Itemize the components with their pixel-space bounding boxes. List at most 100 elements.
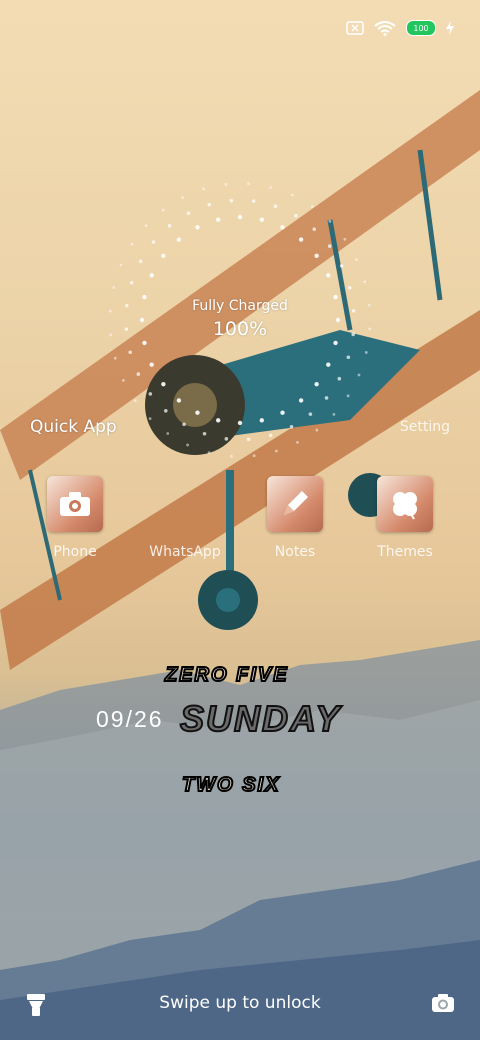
ring-dot: [280, 410, 285, 415]
camera-icon[interactable]: [431, 993, 455, 1013]
charging-ring: [108, 182, 372, 458]
ring-dot: [333, 340, 338, 346]
ring-dot: [215, 217, 221, 222]
ring-dot: [337, 376, 342, 381]
ring-dot: [324, 396, 329, 400]
ring-dot: [207, 202, 212, 207]
ring-dot: [274, 449, 278, 453]
ring-dot: [186, 443, 190, 447]
ring-dot: [251, 199, 256, 203]
ring-dot: [294, 213, 298, 218]
weekday-text: SUNDAY: [179, 697, 342, 740]
ring-dot: [129, 280, 134, 285]
ring-dot: [136, 372, 141, 376]
ring-dot: [186, 211, 191, 216]
unlock-hint[interactable]: Swipe up to unlock: [0, 993, 480, 1013]
ring-dot: [298, 237, 304, 242]
ring-dot: [247, 182, 250, 186]
ring-dot: [202, 187, 206, 191]
quick-app-label: Quick App: [30, 417, 117, 437]
ring-dot: [327, 244, 332, 248]
ring-dot: [314, 253, 319, 259]
ring-dot: [339, 264, 344, 268]
app-label-whatsapp: WhatsApp: [149, 544, 221, 560]
ring-dot: [195, 225, 200, 230]
ring-dot: [148, 392, 153, 396]
ring-dot: [314, 381, 319, 387]
ring-dot: [326, 273, 331, 278]
ring-dot: [149, 362, 154, 367]
ring-dot: [167, 224, 172, 228]
ring-dot: [113, 356, 117, 360]
ring-dot: [346, 394, 350, 398]
clock-minute-text: TWO SIX: [181, 773, 281, 797]
ring-dot: [122, 378, 125, 382]
ring-dot: [133, 399, 137, 403]
ring-dot: [290, 193, 294, 197]
ring-dot: [268, 433, 273, 438]
ring-dot: [138, 259, 143, 264]
ring-dot: [237, 420, 243, 426]
ring-dot: [182, 422, 186, 427]
date-numeric: 09/26: [96, 706, 164, 732]
setting-button[interactable]: Setting: [400, 419, 450, 435]
ring-dot: [364, 351, 368, 354]
ring-dot: [112, 286, 116, 289]
ring-dot: [315, 428, 319, 432]
ring-dot: [269, 186, 273, 189]
ring-dot: [149, 273, 154, 278]
ring-dot: [161, 381, 166, 387]
app-themes[interactable]: Themes: [355, 476, 455, 560]
ring-dot: [357, 373, 361, 377]
ring-dot: [142, 340, 147, 346]
ring-dot: [181, 196, 184, 199]
ring-dot: [119, 263, 123, 267]
ring-dot: [161, 208, 165, 212]
ring-dot: [259, 217, 265, 222]
ring-dot: [298, 398, 304, 403]
ring-dot: [230, 454, 233, 458]
charge-percent: 100%: [212, 318, 268, 340]
ring-dot: [296, 441, 299, 444]
pencil-icon: [267, 476, 323, 532]
ring-dot: [130, 242, 134, 246]
charge-status-title: Fully Charged: [192, 298, 288, 314]
ring-dot: [326, 362, 331, 367]
ring-dot: [207, 451, 211, 454]
ring-dot: [151, 240, 156, 244]
ring-dot: [128, 350, 133, 355]
ring-dot: [163, 409, 168, 413]
app-whatsapp[interactable]: WhatsApp: [135, 476, 235, 560]
ring-dot: [328, 219, 332, 223]
ring-dot: [280, 225, 285, 230]
ring-dot: [202, 431, 207, 436]
ring-dot: [273, 204, 278, 209]
ring-dot: [343, 237, 347, 241]
app-phone[interactable]: Phone: [25, 476, 125, 560]
ring-dot: [347, 285, 352, 290]
ring-dot: [246, 437, 251, 442]
app-icon-empty: [157, 476, 213, 532]
app-label-phone: Phone: [53, 544, 97, 560]
camera-icon: [47, 476, 103, 532]
lock-screen: 100 Fully Charged 100% Quick App Setting…: [0, 0, 480, 1040]
ring-dot: [363, 280, 367, 284]
ring-dot: [215, 418, 221, 423]
ring-dot: [224, 437, 229, 441]
ring-dot: [346, 355, 351, 360]
clover-icon: [377, 476, 433, 532]
app-label-themes: Themes: [377, 544, 433, 560]
ring-dot: [195, 410, 200, 415]
ring-dot: [308, 412, 313, 416]
ring-dot: [237, 214, 243, 220]
ring-dot: [332, 412, 336, 416]
clock-hour-text: ZERO FIVE: [164, 663, 289, 687]
ring-dot: [252, 454, 256, 458]
ring-dot: [224, 182, 228, 186]
ring-dot: [355, 258, 358, 262]
ring-dot: [312, 227, 317, 231]
app-label-notes: Notes: [274, 544, 316, 560]
ring-dot: [166, 432, 170, 435]
app-notes[interactable]: Notes: [245, 476, 345, 560]
ring-dot: [144, 224, 148, 228]
